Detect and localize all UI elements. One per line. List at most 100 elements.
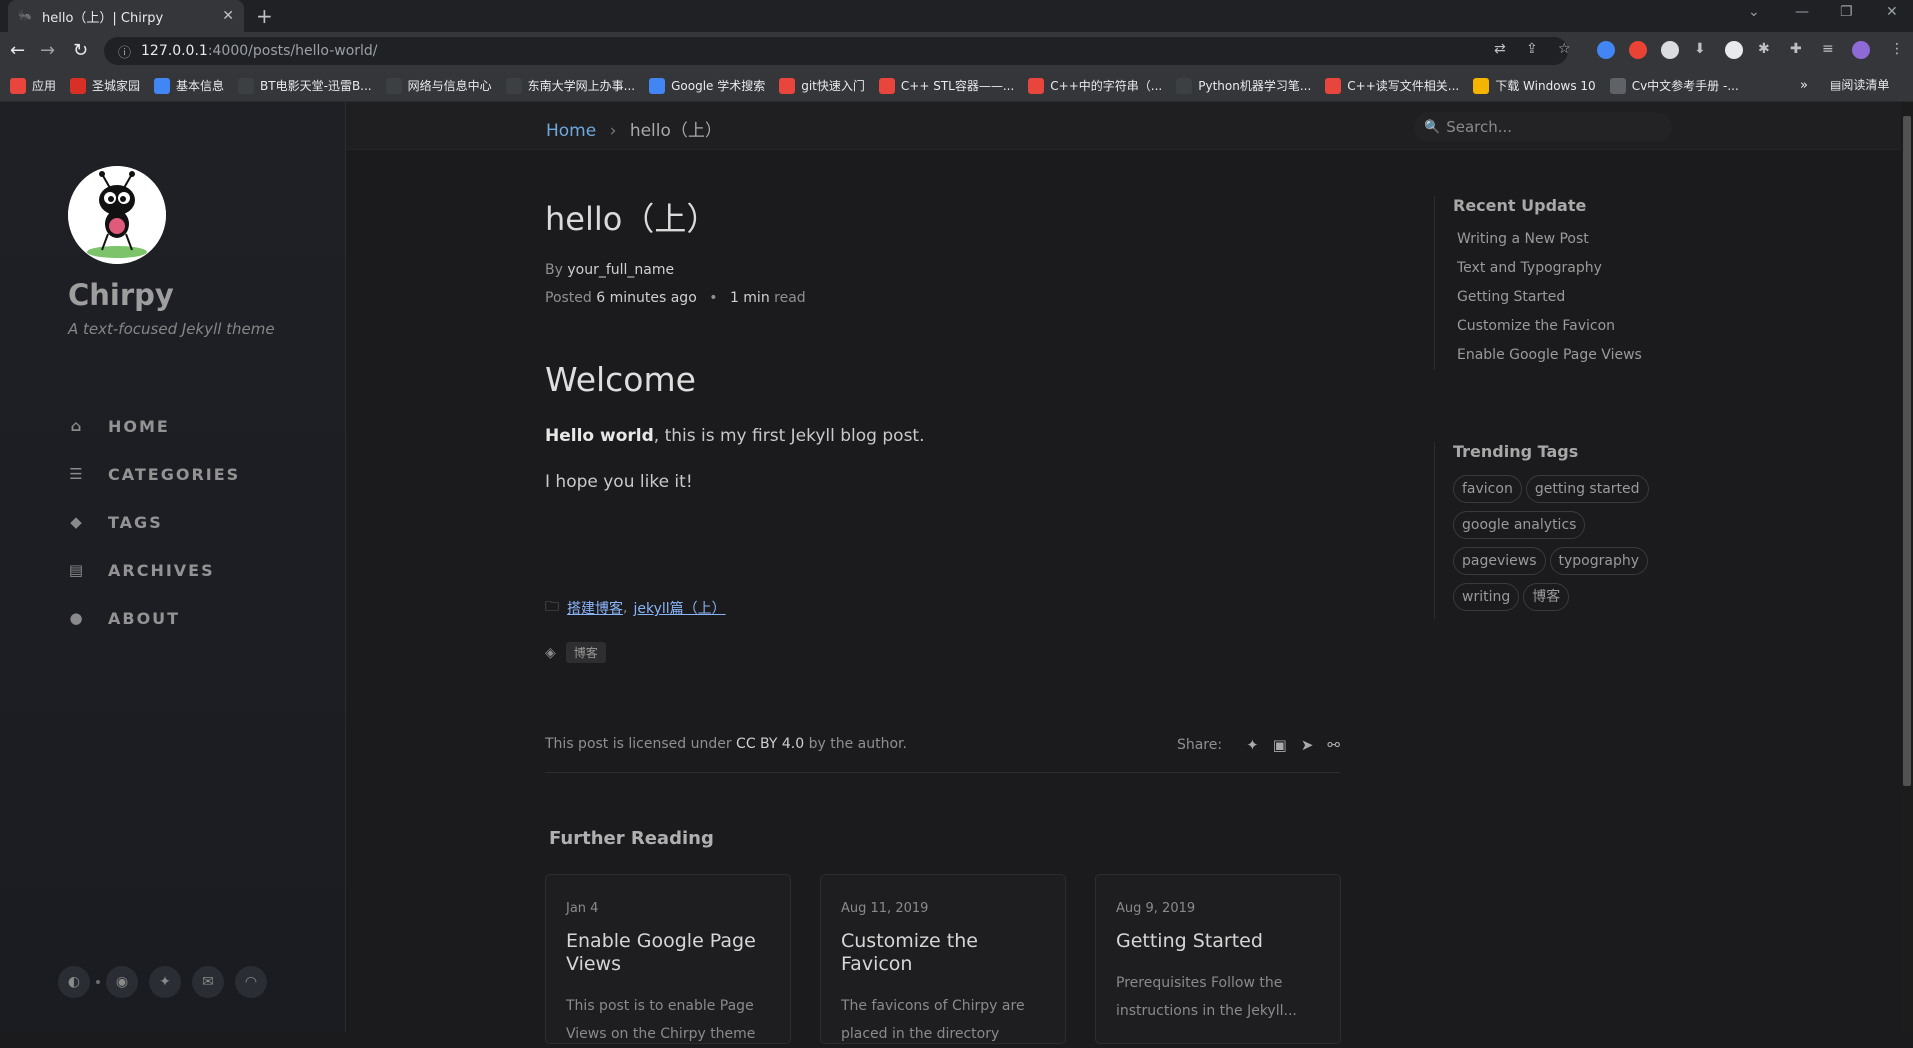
bookmark-item[interactable]: BT电影天堂-迅雷B...	[238, 77, 372, 94]
bookmark-item[interactable]: 东南大学网上办事...	[505, 77, 635, 94]
bookmarks-overflow-button[interactable]: »	[1800, 78, 1808, 93]
bookmark-favicon-icon	[505, 77, 522, 94]
extension-icon[interactable]: ✱	[1758, 41, 1770, 57]
sidebar-item-categories[interactable]: ☰ CATEGORIES	[68, 450, 240, 498]
share-wrapper: Share: ✦ ▣ ➤ ⚯	[1177, 736, 1340, 754]
sidebar-item-tags[interactable]: ◆ TAGS	[68, 498, 240, 546]
email-icon[interactable]: ✉	[192, 966, 224, 998]
address-bar[interactable]: ⓘ 127.0.0.1 :4000/posts/hello-world/	[104, 37, 1568, 65]
further-reading-card[interactable]: Aug 11, 2019 Customize the Favicon The f…	[820, 874, 1066, 1044]
facebook-icon[interactable]: ▣	[1273, 736, 1287, 754]
extensions-puzzle-icon[interactable]: ✚	[1790, 41, 1802, 57]
close-window-button[interactable]: ✕	[1886, 4, 1898, 20]
trending-tag[interactable]: pageviews	[1453, 547, 1546, 575]
bookmark-item[interactable]: 网络与信息中心	[385, 77, 492, 94]
back-button[interactable]: ←	[10, 40, 25, 61]
recent-update-link[interactable]: Enable Google Page Views	[1453, 341, 1653, 370]
scrollbar-thumb[interactable]	[1903, 116, 1911, 786]
page-scrollbar[interactable]	[1901, 102, 1913, 1032]
twitter-icon[interactable]: ✦	[149, 966, 181, 998]
media-queue-icon[interactable]: ≡	[1822, 41, 1834, 57]
paragraph-text: , this is my first Jekyll blog post.	[653, 426, 925, 446]
sidebar-item-about[interactable]: ● ABOUT	[68, 594, 240, 642]
sidebar-item-home[interactable]: ⌂ HOME	[68, 402, 240, 450]
search-icon: 🔍	[1424, 119, 1441, 135]
url-host: 127.0.0.1	[141, 43, 208, 59]
page-title: hello（上）	[545, 200, 719, 238]
tags-icon: ◈	[545, 644, 556, 661]
bookmark-item[interactable]: git快速入门	[779, 77, 865, 94]
bookmark-star-icon[interactable]: ☆	[1558, 41, 1571, 57]
bookmark-item[interactable]: C++读写文件相关...	[1325, 77, 1459, 94]
site-title[interactable]: Chirpy	[68, 278, 174, 312]
trending-tag[interactable]: google analytics	[1453, 511, 1586, 539]
new-tab-button[interactable]: +	[256, 4, 273, 28]
download-icon[interactable]: ⬇	[1694, 41, 1706, 57]
extension-icon[interactable]	[1629, 41, 1647, 59]
recent-update-section: Recent Update Writing a New Post Text an…	[1434, 196, 1653, 370]
bookmark-item[interactable]: 下载 Windows 10	[1473, 77, 1596, 94]
trending-tag[interactable]: typography	[1549, 547, 1648, 575]
bookmark-item[interactable]: Google 学术搜索	[649, 77, 765, 94]
sidebar: Chirpy A text-focused Jekyll theme ⌂ HOM…	[0, 102, 346, 1032]
card-title: Enable Google Page Views	[566, 930, 756, 975]
bookmark-item[interactable]: Cv中文参考手册 -...	[1609, 77, 1739, 94]
further-reading-card[interactable]: Jan 4 Enable Google Page Views This post…	[545, 874, 791, 1044]
recent-update-link[interactable]: Getting Started	[1453, 283, 1653, 312]
license-link[interactable]: CC BY 4.0	[736, 736, 804, 752]
github-icon[interactable]: ◉	[106, 966, 138, 998]
bookmark-item[interactable]: C++ STL容器——...	[878, 77, 1014, 94]
extension-icon[interactable]	[1661, 41, 1679, 59]
category-link[interactable]: jekyll篇（上）	[633, 598, 725, 618]
avatar[interactable]	[68, 166, 166, 264]
share-icon[interactable]: ⇪	[1526, 41, 1538, 57]
trending-tag[interactable]: writing	[1453, 583, 1520, 611]
bookmark-item[interactable]: 基本信息	[154, 77, 224, 94]
right-panel: Recent Update Writing a New Post Text an…	[1434, 196, 1653, 619]
restore-button[interactable]: ❐	[1840, 4, 1853, 20]
bookmark-item[interactable]: 圣城家园	[70, 77, 140, 94]
read-time: 1 min	[729, 290, 770, 306]
reload-button[interactable]: ↻	[73, 40, 88, 61]
trending-tag[interactable]: 博客	[1523, 583, 1570, 611]
twitter-icon[interactable]: ✦	[1246, 736, 1259, 754]
search-input[interactable]: 🔍 Search...	[1414, 112, 1672, 142]
recent-update-link[interactable]: Writing a New Post	[1453, 225, 1653, 254]
recent-update-link[interactable]: Text and Typography	[1453, 254, 1653, 283]
reading-list-button[interactable]: ▤ 阅读清单	[1830, 76, 1889, 93]
bookmark-item[interactable]: C++中的字符串（...	[1028, 77, 1162, 94]
extension-icon[interactable]	[1725, 41, 1743, 59]
telegram-icon[interactable]: ➤	[1301, 736, 1314, 754]
license-text: by the author.	[804, 736, 907, 752]
trending-tags-list: favicon getting started google analytics…	[1453, 475, 1653, 619]
card-title: Getting Started	[1116, 930, 1263, 952]
bookmark-item[interactable]: Python机器学习笔...	[1176, 77, 1311, 94]
sidebar-item-archives[interactable]: ▤ ARCHIVES	[68, 546, 240, 594]
browser-tab[interactable]: 🐜 hello（上）| Chirpy ✕	[8, 0, 244, 32]
close-tab-icon[interactable]: ✕	[222, 8, 234, 24]
home-icon: ⌂	[70, 417, 84, 435]
menu-kebab-icon[interactable]: ⋮	[1890, 41, 1904, 57]
breadcrumb-home-link[interactable]: Home	[546, 121, 596, 141]
link-icon[interactable]: ⚯	[1327, 736, 1340, 754]
further-reading-heading: Further Reading	[549, 828, 714, 849]
minimize-button[interactable]: —	[1795, 4, 1809, 20]
further-reading-card[interactable]: Aug 9, 2019 Getting Started Prerequisite…	[1095, 874, 1341, 1044]
trending-tag[interactable]: favicon	[1453, 475, 1522, 503]
bookmark-label: 基本信息	[176, 79, 225, 93]
rss-icon[interactable]: ◠	[235, 966, 267, 998]
category-link[interactable]: 搭建博客	[567, 598, 623, 618]
theme-toggle-icon[interactable]: ◐	[58, 966, 90, 998]
post-tag[interactable]: 博客	[565, 642, 606, 663]
recent-update-link[interactable]: Customize the Favicon	[1453, 312, 1653, 341]
bookmark-item[interactable]: 应用	[10, 77, 56, 94]
forward-button[interactable]: →	[40, 40, 55, 61]
translate-icon[interactable]: ⇄	[1494, 41, 1506, 57]
extension-icon[interactable]	[1597, 41, 1615, 59]
tab-search-icon[interactable]: ⌄	[1748, 4, 1760, 20]
bookmark-favicon-icon	[1609, 77, 1626, 94]
trending-tag[interactable]: getting started	[1525, 475, 1649, 503]
tag-icon: ◆	[70, 513, 84, 531]
profile-avatar[interactable]	[1852, 41, 1870, 59]
site-info-icon[interactable]: ⓘ	[118, 42, 131, 61]
